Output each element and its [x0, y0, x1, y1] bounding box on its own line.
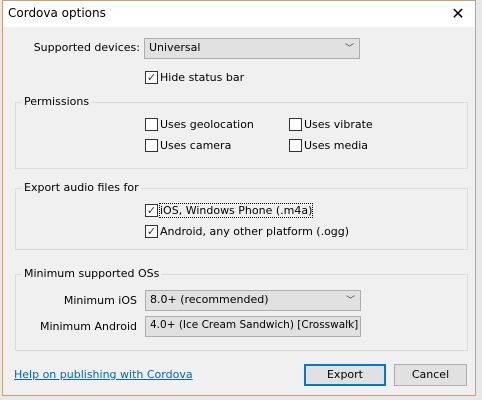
hide-status-bar-checkbox[interactable]: ✓	[145, 71, 158, 84]
dialog-title: Cordova options	[8, 6, 106, 20]
vibrate-label: Uses vibrate	[304, 118, 373, 131]
min-ios-select[interactable]: 8.0+ (recommended) ﹀	[145, 290, 361, 311]
media-checkbox[interactable]	[289, 139, 302, 152]
permissions-title: Permissions	[22, 95, 92, 108]
ogg-checkbox[interactable]: ✓	[145, 225, 158, 238]
min-os-group: Minimum supported OSs	[15, 267, 468, 351]
chevron-down-icon: ﹀	[344, 44, 354, 54]
min-ios-value: 8.0+ (recommended)	[150, 293, 269, 306]
min-android-select[interactable]: 4.0+ (Ice Cream Sandwich) [Crosswalk] ﹀	[145, 316, 361, 337]
export-audio-group: Export audio files for	[15, 181, 468, 250]
camera-label: Uses camera	[160, 139, 232, 152]
cordova-options-dialog: Cordova options ✕ Supported devices: Uni…	[2, 0, 476, 396]
close-icon[interactable]: ✕	[447, 3, 469, 25]
min-ios-label: Minimum iOS	[63, 294, 137, 307]
export-button[interactable]: Export	[304, 364, 386, 386]
ogg-label: Android, any other platform (.ogg)	[160, 225, 350, 238]
help-link[interactable]: Help on publishing with Cordova	[14, 368, 193, 381]
chevron-down-icon: ﹀	[345, 322, 355, 332]
media-label: Uses media	[304, 139, 369, 152]
min-android-value: 4.0+ (Ice Cream Sandwich) [Crosswalk]	[150, 319, 359, 331]
m4a-checkbox[interactable]: ✓	[145, 204, 158, 217]
camera-checkbox[interactable]	[145, 139, 158, 152]
permissions-group: Permissions	[15, 95, 468, 169]
export-audio-title: Export audio files for	[22, 181, 141, 194]
supported-devices-label: Supported devices:	[33, 41, 140, 54]
supported-devices-select[interactable]: Universal ﹀	[144, 38, 360, 59]
chevron-down-icon: ﹀	[345, 296, 355, 306]
cancel-button[interactable]: Cancel	[394, 364, 467, 386]
geolocation-checkbox[interactable]	[145, 118, 158, 131]
geolocation-label: Uses geolocation	[160, 118, 254, 131]
min-os-title: Minimum supported OSs	[22, 267, 162, 280]
min-android-label: Minimum Android	[39, 320, 137, 333]
title-bar: Cordova options ✕	[3, 1, 475, 27]
m4a-label: iOS, Windows Phone (.m4a)	[158, 203, 314, 218]
hide-status-bar-label: Hide status bar	[160, 71, 245, 84]
supported-devices-value: Universal	[149, 41, 201, 54]
vibrate-checkbox[interactable]	[289, 118, 302, 131]
